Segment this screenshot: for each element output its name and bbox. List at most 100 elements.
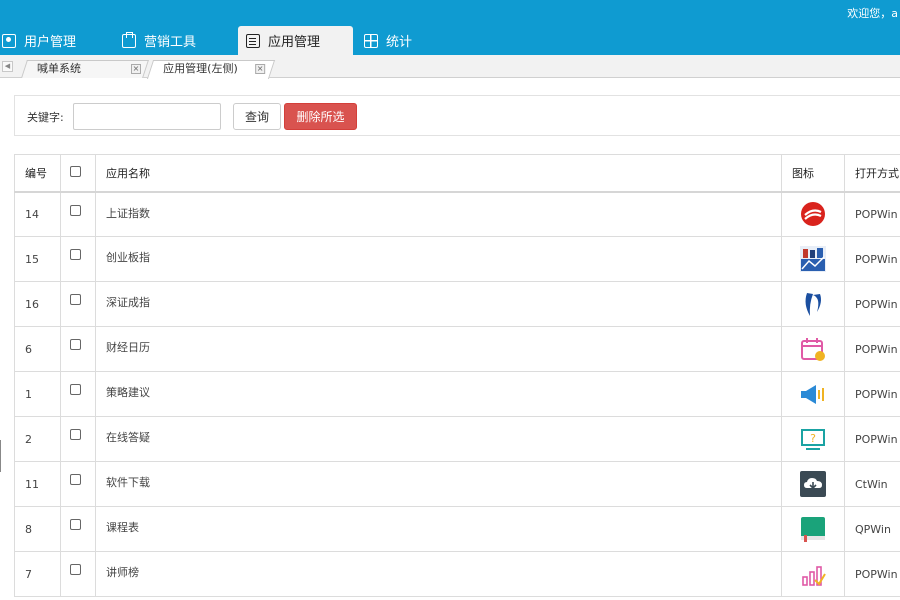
tab-statistics[interactable]: 统计 [364, 26, 434, 55]
row-icon-cell [781, 326, 845, 372]
keyword-label: 关键字: [27, 111, 64, 124]
page-tab-order-system[interactable]: 喊单系统 × [21, 60, 149, 78]
cloud-download-icon [799, 470, 827, 498]
table-row[interactable]: 7 讲师榜 POPWin [14, 551, 900, 597]
col-header-open-mode[interactable]: 打开方式 [844, 154, 900, 193]
table-row[interactable]: 2 在线答疑 ? POPWin [14, 416, 900, 462]
row-select-cell [60, 461, 96, 507]
table-row[interactable]: 11 软件下载 CtWin [14, 461, 900, 507]
row-app-name: 策略建议 [95, 371, 782, 417]
search-bar: 关键字: 查询 删除所选 [14, 95, 900, 136]
row-select-cell [60, 326, 96, 372]
close-icon[interactable]: × [131, 64, 141, 74]
row-icon-cell [781, 461, 845, 507]
row-app-name: 软件下载 [95, 461, 782, 507]
row-app-name: 深证成指 [95, 281, 782, 327]
row-select-cell [60, 191, 96, 237]
ranking-chart-icon [799, 560, 827, 588]
row-select-cell [60, 371, 96, 417]
row-open-mode: QPWin [844, 506, 900, 552]
page-tab-label: 喊单系统 [37, 62, 81, 75]
table-header-row: 编号 应用名称 图标 打开方式 [14, 154, 900, 193]
tab-label: 用户管理 [24, 35, 77, 50]
row-id: 14 [14, 191, 61, 237]
row-id: 6 [14, 326, 61, 372]
page-tab-app-management-left[interactable]: 应用管理(左侧) × [146, 60, 276, 79]
row-open-mode: POPWin [844, 236, 900, 282]
row-checkbox[interactable] [70, 249, 81, 260]
tab-scroll-left-button[interactable]: ◀ [2, 61, 13, 72]
row-id: 2 [14, 416, 61, 462]
row-open-mode: POPWin [844, 551, 900, 597]
row-open-mode: POPWin [844, 191, 900, 237]
row-open-mode: POPWin [844, 326, 900, 372]
col-header-id[interactable]: 编号 [14, 154, 61, 193]
select-all-checkbox[interactable] [70, 166, 81, 177]
table-row[interactable]: 8 课程表 QPWin [14, 506, 900, 552]
tab-user-management[interactable]: 用户管理 [0, 26, 100, 55]
tab-label: 统计 [386, 35, 413, 50]
row-app-name: 财经日历 [95, 326, 782, 372]
shanghai-index-logo-icon [799, 200, 827, 228]
row-select-cell [60, 281, 96, 327]
row-id: 8 [14, 506, 61, 552]
tab-label: 营销工具 [144, 35, 197, 50]
table-row[interactable]: 6 财经日历 POPWin [14, 326, 900, 372]
row-id: 1 [14, 371, 61, 417]
row-checkbox[interactable] [70, 384, 81, 395]
row-open-mode: POPWin [844, 281, 900, 327]
left-edge-marker [0, 440, 1, 472]
keyword-input[interactable] [73, 103, 221, 130]
row-id: 11 [14, 461, 61, 507]
table-row[interactable]: 1 策略建议 POPWin [14, 371, 900, 417]
table-row[interactable]: 15 创业板指 POPWin [14, 236, 900, 282]
col-header-app-name[interactable]: 应用名称 [95, 154, 782, 193]
tab-marketing-tools[interactable]: 营销工具 [120, 26, 230, 55]
shenzhen-index-logo-icon [799, 290, 827, 318]
chinext-logo-icon [799, 245, 827, 273]
row-app-name: 上证指数 [95, 191, 782, 237]
row-app-name: 在线答疑 [95, 416, 782, 462]
row-icon-cell [781, 191, 845, 237]
user-icon [2, 33, 16, 48]
page-tab-label: 应用管理(左侧) [163, 62, 238, 75]
row-id: 7 [14, 551, 61, 597]
megaphone-icon [799, 380, 827, 408]
page-tab-bar: ◀ 喊单系统 × 应用管理(左侧) × [0, 55, 900, 79]
row-id: 15 [14, 236, 61, 282]
row-checkbox[interactable] [70, 429, 81, 440]
row-id: 16 [14, 281, 61, 327]
welcome-text: 欢迎您，a [847, 7, 898, 20]
delete-selected-button[interactable]: 删除所选 [284, 103, 357, 130]
row-checkbox[interactable] [70, 204, 81, 216]
row-app-name: 课程表 [95, 506, 782, 552]
grid-chart-icon [364, 33, 378, 48]
row-app-name: 讲师榜 [95, 551, 782, 597]
tab-app-management[interactable]: 应用管理 [238, 26, 353, 55]
row-checkbox[interactable] [70, 519, 81, 530]
row-open-mode: POPWin [844, 371, 900, 417]
row-checkbox[interactable] [70, 294, 81, 305]
row-icon-cell [781, 551, 845, 597]
calendar-icon [799, 335, 827, 363]
row-icon-cell: ? [781, 416, 845, 462]
table-row[interactable]: 14 上证指数 POPWin [14, 191, 900, 237]
document-icon [246, 33, 260, 48]
query-button[interactable]: 查询 [233, 103, 281, 130]
col-header-icon[interactable]: 图标 [781, 154, 845, 193]
row-icon-cell [781, 371, 845, 417]
row-checkbox[interactable] [70, 564, 81, 575]
row-checkbox[interactable] [70, 474, 81, 485]
book-icon [799, 515, 827, 543]
svg-text:?: ? [810, 432, 816, 445]
row-select-cell [60, 551, 96, 597]
top-header: 欢迎您，a 用户管理 营销工具 应用管理 统计 [0, 0, 900, 55]
close-icon[interactable]: × [255, 64, 266, 74]
toolbox-icon [122, 31, 136, 48]
row-select-cell [60, 236, 96, 282]
row-open-mode: CtWin [844, 461, 900, 507]
row-checkbox[interactable] [70, 339, 81, 350]
row-app-name: 创业板指 [95, 236, 782, 282]
row-select-cell [60, 506, 96, 552]
table-row[interactable]: 16 深证成指 POPWin [14, 281, 900, 327]
